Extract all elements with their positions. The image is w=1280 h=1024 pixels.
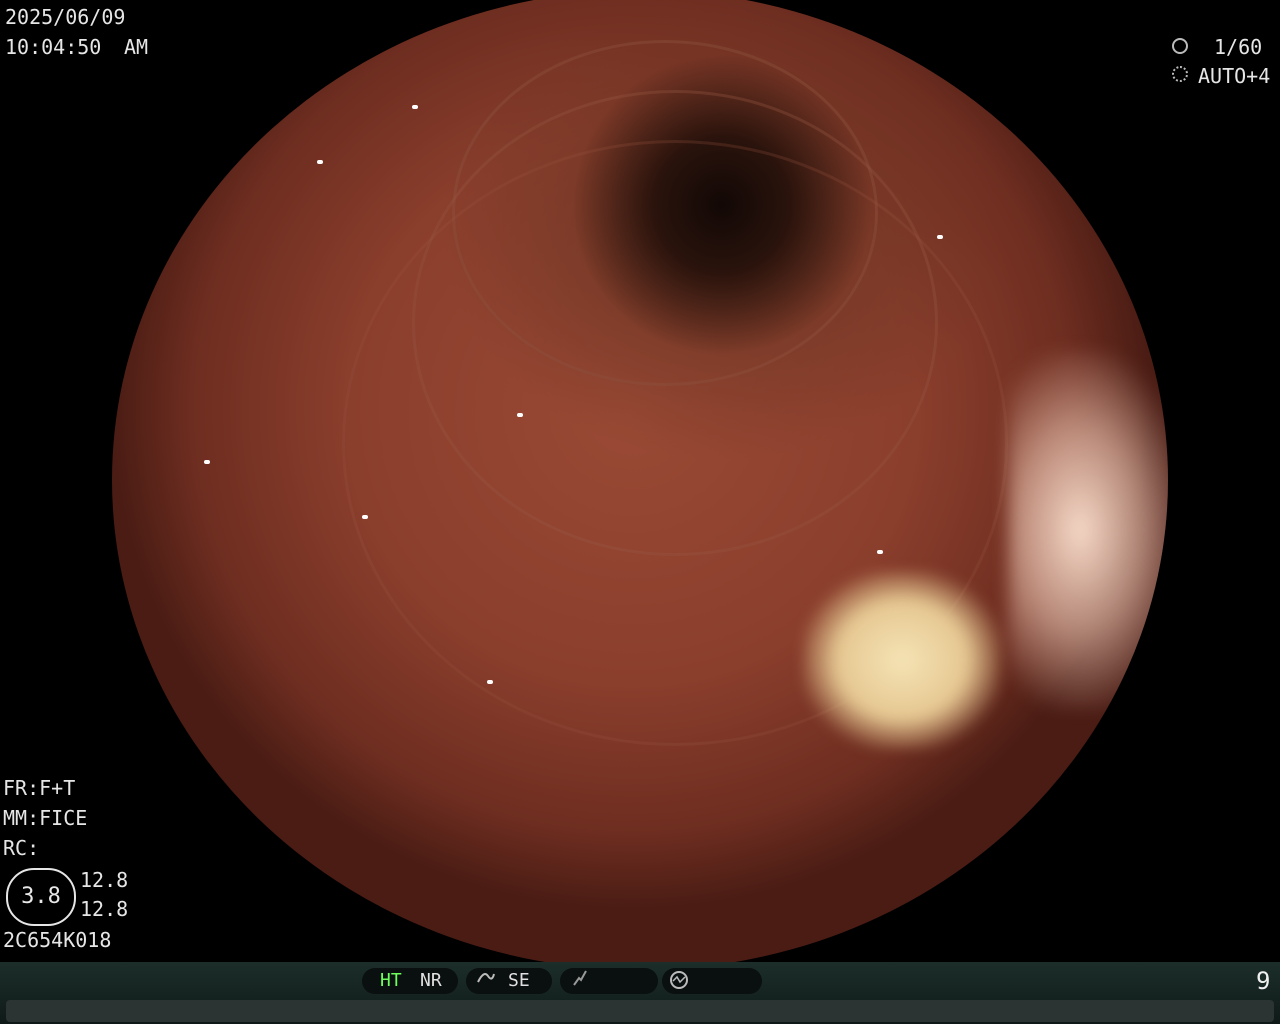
date-text: 2025/06/09 [5, 5, 126, 29]
color-tone-icon [668, 968, 690, 998]
time-text: 10:04:50 [5, 35, 102, 59]
endoscope-image [112, 0, 1168, 970]
rc-text: RC: [3, 836, 40, 860]
specular-highlight [877, 550, 883, 554]
light-glare [1008, 350, 1168, 710]
status-bar-track [6, 1000, 1274, 1022]
structure-enhance-indicator [560, 968, 658, 994]
structure-enhance-icon [570, 968, 590, 996]
specular-highlight [204, 460, 210, 464]
mm-mode-text: MM:FICE [3, 806, 88, 830]
scope-value-badge: 3.8 [6, 868, 76, 926]
shutter-speed-text: 1/60 [1214, 35, 1263, 59]
specular-highlight [487, 680, 493, 684]
specular-highlight [937, 235, 943, 239]
se-curve-icon [476, 968, 496, 996]
specular-highlight [317, 160, 323, 164]
image-counter: 9 [1256, 967, 1271, 995]
se-indicator: SE [466, 968, 552, 994]
color-tone-indicator [662, 968, 762, 994]
specular-highlight [517, 413, 523, 417]
nr-label: NR [420, 970, 442, 991]
ht-nr-indicator: HT NR [362, 968, 458, 994]
ht-label: HT [380, 970, 402, 991]
shutter-aperture-icon [1172, 38, 1188, 54]
status-bar: HT NR SE 9 [0, 962, 1280, 1024]
scope-serial-text: 2C654K018 [3, 928, 112, 952]
value-top-text: 12.8 [80, 868, 129, 892]
specular-highlight [362, 515, 368, 519]
iris-mode-text: AUTO+4 [1198, 64, 1271, 88]
specular-highlight [412, 105, 418, 109]
se-label: SE [508, 970, 530, 991]
value-bottom-text: 12.8 [80, 897, 129, 921]
ampm-text: AM [124, 35, 149, 59]
fr-mode-text: FR:F+T [3, 776, 76, 800]
iris-icon [1172, 66, 1188, 82]
yellow-exudate [802, 570, 1002, 750]
